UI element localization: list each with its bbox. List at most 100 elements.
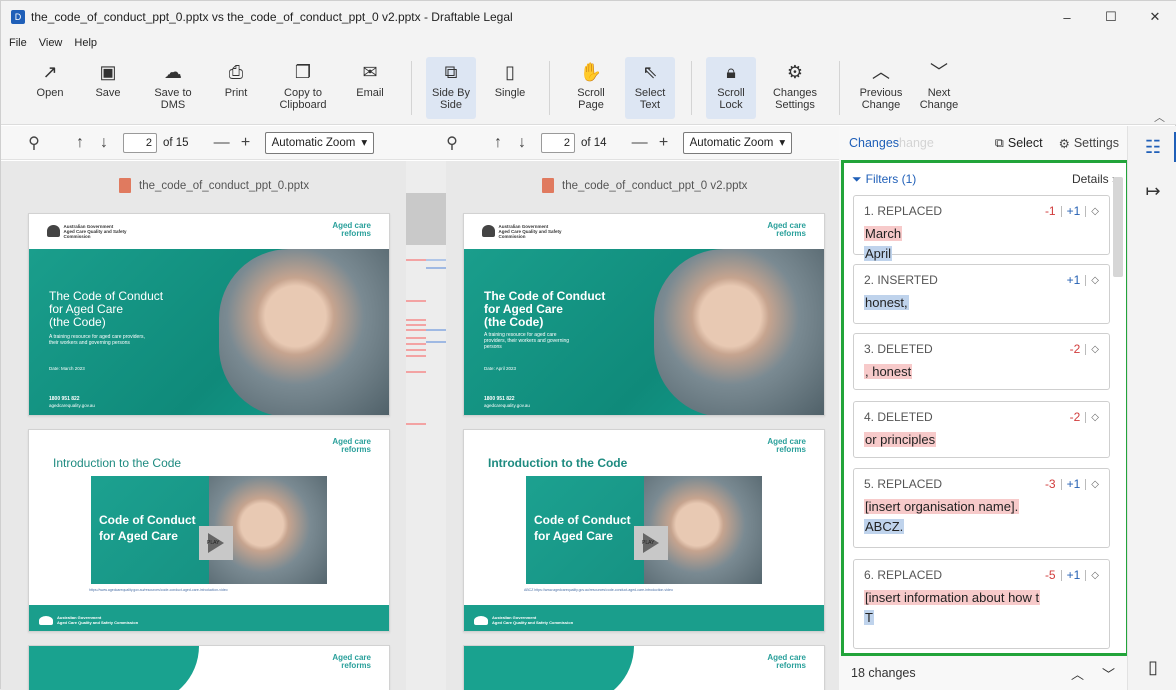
print-button[interactable]: ⎙ Print [215,57,257,119]
lock-icon: 🔒︎ [726,62,736,82]
close-button[interactable]: ✕ [1133,1,1176,33]
changes-header: Changes hange ⧉ Select ⚙ Settings [849,135,1119,151]
collapse-ribbon-icon[interactable]: ︿ [1154,109,1165,125]
app-window: D the_code_of_conduct_ppt_0.pptx vs the_… [0,0,1176,690]
change-card[interactable]: 4. DELETED -2 ◇ or principles [853,401,1110,458]
slide-1: Australian Government Aged Care Quality a… [28,213,390,416]
aged-care-reforms-logo: Aged care reforms [767,221,806,238]
ribbon-divider [411,61,412,115]
minimize-button[interactable]: – [1045,1,1089,33]
next-change-button[interactable]: ﹀ Next Change [913,57,965,119]
change-minimap[interactable] [406,161,446,690]
tag-icon[interactable]: ◇ [1091,412,1099,423]
tag-icon[interactable]: ◇ [1091,479,1099,490]
search-icon[interactable]: ⚲ [441,133,463,153]
page-number-input[interactable]: 2 [123,132,157,153]
maximize-button[interactable]: ☐ [1089,1,1133,33]
change-card[interactable]: 2. INSERTED +1 ◇ honest, [853,264,1110,324]
zoom-select[interactable]: Automatic Zoom ▾ [682,131,793,154]
play-button[interactable]: PLAY [634,526,668,560]
arrow-up-icon[interactable]: ↑ [487,134,509,152]
hand-icon: ✋ [579,62,603,82]
side-by-side-button[interactable]: ⧉ Side By Side [426,57,476,119]
government-logo: Australian Government Aged Care Quality a… [39,615,138,625]
settings-button[interactable]: ⚙ Settings [1059,136,1119,151]
previous-change-button[interactable]: ︿ Previous Change [853,57,909,119]
changes-list-icon[interactable]: ☷ [1140,134,1166,160]
open-icon: ↗ [42,62,58,82]
email-button[interactable]: ✉ Email [349,57,391,119]
video-thumbnail[interactable]: Code of Conduct for Aged Care PLAY [91,476,327,584]
changes-settings-button[interactable]: ⚙ Changes Settings [766,57,824,119]
change-card[interactable]: 1. REPLACED -1 +1 ◇ March April [853,195,1110,261]
arrow-down-icon[interactable]: ↓ [93,134,115,152]
arrow-up-icon[interactable]: ↑ [69,134,91,152]
chevron-up-icon[interactable]: ︿ [1071,664,1084,683]
change-card[interactable]: 6. REPLACED -5 +1 ◇ [insert information … [853,559,1110,649]
filter-icon: ⏷ [852,171,862,186]
chevron-down-icon[interactable]: ﹀ [1102,664,1115,683]
copy-to-clipboard-button[interactable]: ❐ Copy to Clipboard [273,57,333,119]
minimap-viewport[interactable] [406,193,446,245]
change-card[interactable]: 3. DELETED -2 ◇ , honest [853,333,1110,390]
tag-icon[interactable]: ◇ [1091,344,1099,355]
government-logo: Australian Government Aged Care Quality a… [482,224,562,239]
zoom-out-icon[interactable]: — [629,134,651,152]
details-button[interactable]: Details › [1072,172,1116,186]
change-card[interactable]: 5. REPLACED -3 +1 ◇ [insert organisation… [853,468,1110,548]
change-count: 18 changes [851,666,916,680]
arrow-down-icon[interactable]: ↓ [511,134,533,152]
save-icon: ▣ [99,62,117,82]
left-document-pane[interactable]: the_code_of_conduct_ppt_0.pptx Australia… [1,161,406,690]
single-button[interactable]: ▯ Single [488,57,532,119]
ribbon-divider [549,61,550,115]
right-document-pane[interactable]: the_code_of_conduct_ppt_0 v2.pptx Austra… [446,161,839,690]
pptx-file-icon [542,178,554,193]
menu-view[interactable]: View [39,33,63,53]
slide-3: Aged care reforms [28,645,390,690]
inserted-text: ABCZ. [864,519,905,534]
dropdown-icon: ▾ [361,136,368,149]
tag-icon[interactable]: ◇ [1091,275,1099,286]
zoom-in-icon[interactable]: + [653,134,675,152]
play-button[interactable]: PLAY [199,526,233,560]
change-list[interactable]: ⏷Filters (1) Details › 1. REPLACED -1 +1… [841,160,1129,656]
crest-icon [39,615,53,625]
slide-phone: 1800 951 822 [484,396,515,402]
panel-toggle-icon[interactable]: ▯ [1140,654,1166,680]
zoom-out-icon[interactable]: — [211,134,233,152]
right-viewer-toolbar: ⚲ ↑ ↓ 2 of 14 — + Automatic Zoom ▾ [421,126,839,160]
change-list-scrollbar[interactable] [1113,177,1123,277]
zoom-select[interactable]: Automatic Zoom ▾ [264,131,375,154]
save-button[interactable]: ▣ Save [87,57,129,119]
save-to-dms-button[interactable]: ☁ Save to DMS [147,57,199,119]
slide-title: The Code of Conduct for Aged Care (the C… [484,289,606,329]
slide-date: Date: March 2023 [49,366,85,371]
printer-icon: ⎙ [228,62,244,82]
scroll-lock-button[interactable]: 🔒︎ Scroll Lock [706,57,756,119]
tag-icon[interactable]: ◇ [1091,570,1099,581]
app-logo-icon: D [11,10,25,24]
aged-care-reforms-logo: Aged care reforms [332,221,371,238]
tag-icon[interactable]: ◇ [1091,206,1099,217]
select-button[interactable]: ⧉ Select [995,136,1043,151]
filters-button[interactable]: ⏷ Filters (1) [852,172,916,187]
video-thumbnail[interactable]: Code of Conduct for Aged Care PLAY [526,476,762,584]
export-icon[interactable]: ↦ [1140,178,1166,204]
page-number-input[interactable]: 2 [541,132,575,153]
crest-icon [47,225,60,237]
scroll-page-button[interactable]: ✋ Scroll Page [567,57,615,119]
open-button[interactable]: ↗ Open [29,57,71,119]
select-text-button[interactable]: ⇖ Select Text [625,57,675,119]
zoom-in-icon[interactable]: + [235,134,257,152]
search-icon[interactable]: ⚲ [23,133,45,153]
dropdown-icon: ▾ [779,136,786,149]
slide-phone: 1800 951 822 [49,396,80,402]
left-viewer-toolbar: ⚲ ↑ ↓ 2 of 15 — + Automatic Zoom ▾ [1,126,421,160]
video-link[interactable]: ABCZ https://www.agedcarequality.gov.au/… [524,588,764,592]
page-count: of 14 [581,136,607,149]
video-link[interactable]: https://www.agedcarequality.gov.au/resou… [89,588,329,592]
menu-help[interactable]: Help [74,33,97,53]
menu-file[interactable]: File [9,33,27,53]
right-sidebar: ☷ ↦ ▯ [1127,126,1176,690]
